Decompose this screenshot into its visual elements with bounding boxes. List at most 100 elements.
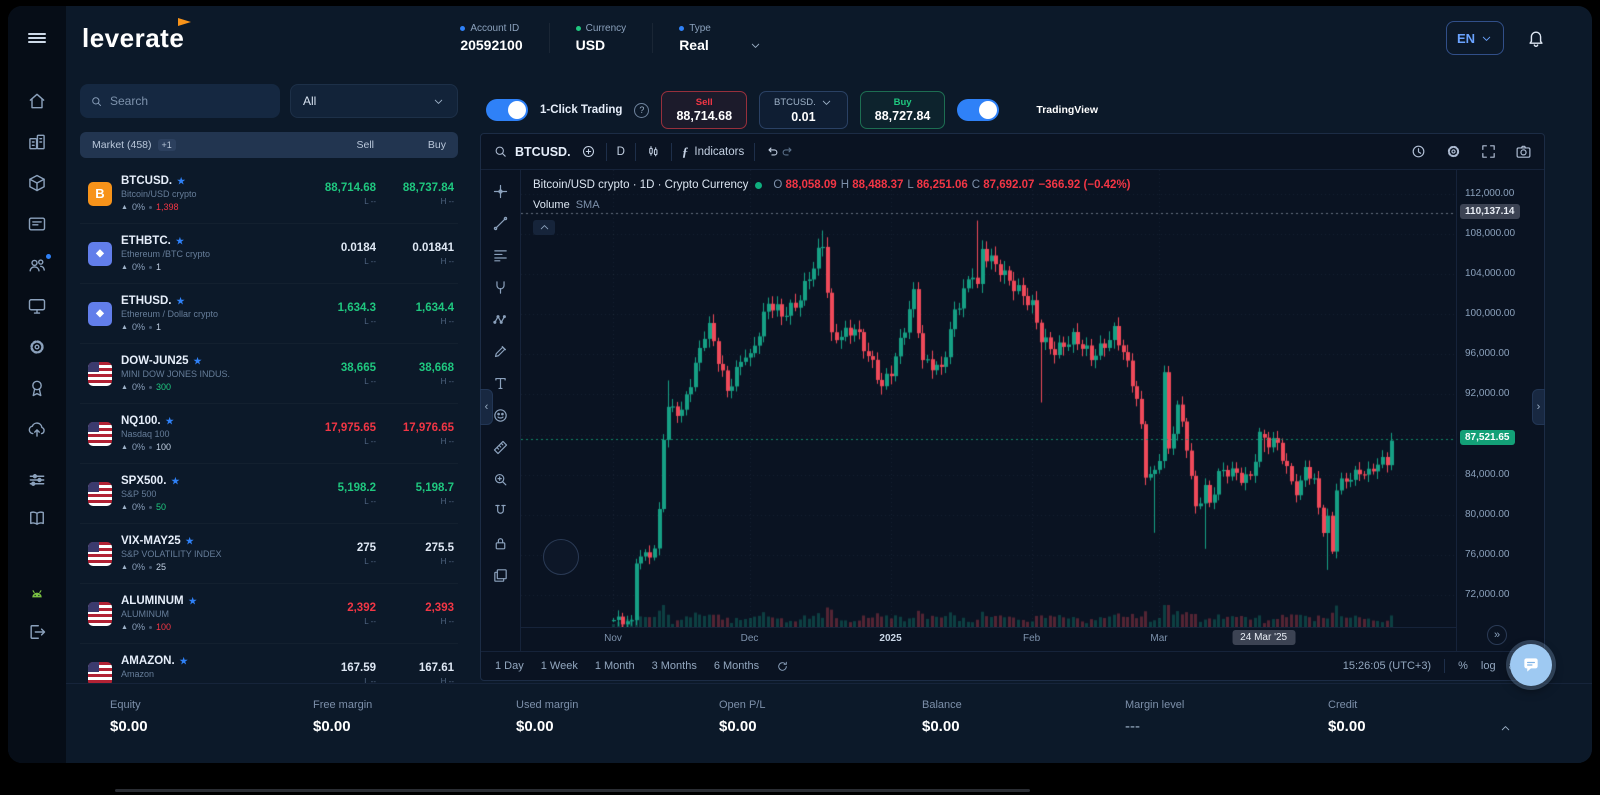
tool-fib[interactable] xyxy=(487,242,515,269)
sell-price-cell[interactable]: 38,665L -- xyxy=(298,362,376,386)
support-chat-button[interactable] xyxy=(1510,644,1552,686)
buy-price-cell[interactable]: 38,668H -- xyxy=(376,362,454,386)
notifications-button[interactable] xyxy=(1526,28,1546,48)
buy-button[interactable]: Buy 88,727.84 xyxy=(860,91,946,129)
chart-alert-button[interactable] xyxy=(1410,143,1427,160)
favorite-star-icon[interactable]: ★ xyxy=(186,536,194,547)
account-type-chip[interactable]: Type Real xyxy=(652,23,788,53)
period-1-month[interactable]: 1 Month xyxy=(595,660,635,672)
favorite-star-icon[interactable]: ★ xyxy=(166,416,174,427)
chart-fullscreen_gear-button[interactable] xyxy=(1445,143,1462,160)
sell-price-cell[interactable]: 5,198.2L -- xyxy=(298,482,376,506)
indicators-button[interactable]: ƒIndicators xyxy=(682,144,744,160)
period-1-day[interactable]: 1 Day xyxy=(495,660,524,672)
rail-item-news[interactable] xyxy=(20,209,54,239)
collapse-chart-handle[interactable]: › xyxy=(1532,389,1545,425)
collapse-watchlist-handle[interactable]: ‹ xyxy=(480,389,493,425)
buy-price-cell[interactable]: 17,976.65H -- xyxy=(376,422,454,446)
search-input[interactable] xyxy=(110,94,270,108)
favorite-star-icon[interactable]: ★ xyxy=(176,236,184,247)
sell-price-cell[interactable]: 88,714.68L -- xyxy=(298,182,376,206)
rail-item-rewards[interactable] xyxy=(20,373,54,403)
quantity-selector[interactable]: BTCUSD. 0.01 xyxy=(759,91,848,129)
tool-crosshair[interactable] xyxy=(487,178,515,205)
interval-button[interactable]: D xyxy=(617,146,625,158)
hamburger-menu-button[interactable] xyxy=(8,6,66,70)
favorite-star-icon[interactable]: ★ xyxy=(177,176,185,187)
buy-price-cell[interactable]: 5,198.7H -- xyxy=(376,482,454,506)
rail-item-logout[interactable] xyxy=(20,617,54,647)
tradingview-toggle[interactable] xyxy=(957,99,999,121)
tradingview-watermark[interactable] xyxy=(543,539,579,575)
buy-price-cell[interactable]: 167.61H -- xyxy=(376,662,454,684)
sell-button[interactable]: Sell 88,714.68 xyxy=(661,91,747,129)
scale-mode-log[interactable]: log xyxy=(1481,660,1496,672)
scale-mode-%[interactable]: % xyxy=(1458,660,1468,672)
tool-layers[interactable] xyxy=(487,562,515,589)
rail-item-prefs[interactable] xyxy=(20,465,54,495)
instrument-row[interactable]: BBTCUSD.★Bitcoin/USD crypto▲0%1,39888,71… xyxy=(80,164,458,224)
favorite-star-icon[interactable]: ★ xyxy=(180,656,188,667)
instrument-row[interactable]: ALUMINUM★ALUMINUM▲0%1002,392L --2,393H -… xyxy=(80,584,458,644)
buy-price-cell[interactable]: 2,393H -- xyxy=(376,602,454,626)
symbol-search-button[interactable]: BTCUSD. xyxy=(493,144,571,159)
instrument-row[interactable]: VIX-MAY25★S&P VOLATILITY INDEX▲0%25275L … xyxy=(80,524,458,584)
sell-price-cell[interactable]: 1,634.3L -- xyxy=(298,302,376,326)
rail-item-terminal[interactable] xyxy=(20,291,54,321)
sell-price-cell[interactable]: 0.0184L -- xyxy=(298,242,376,266)
instrument-row[interactable]: ◆ETHBTC.★Ethereum /BTC crypto▲0%10.0184L… xyxy=(80,224,458,284)
instrument-row[interactable]: NQ100.★Nasdaq 100▲0%10017,975.65L --17,9… xyxy=(80,404,458,464)
chart-fullscreen-button[interactable] xyxy=(1480,143,1497,160)
chart-plot-area[interactable]: Bitcoin/USD crypto · 1D · Crypto Currenc… xyxy=(521,170,1456,627)
tool-brush[interactable] xyxy=(487,338,515,365)
rail-item-home[interactable] xyxy=(20,86,54,116)
instrument-row[interactable]: AMAZON.★Amazon▲0%10167.59L --167.61H -- xyxy=(80,644,458,683)
tool-magnet[interactable] xyxy=(487,498,515,525)
favorite-star-icon[interactable]: ★ xyxy=(176,296,184,307)
rail-item-settings[interactable] xyxy=(20,332,54,362)
rail-item-portfolio[interactable] xyxy=(20,127,54,157)
compare-add-button[interactable] xyxy=(581,144,596,159)
period-1-week[interactable]: 1 Week xyxy=(541,660,578,672)
instrument-filter-dropdown[interactable]: All xyxy=(290,84,458,118)
rail-item-apple[interactable] xyxy=(20,541,54,571)
undo-button[interactable] xyxy=(765,144,780,159)
rail-item-education[interactable] xyxy=(20,503,54,533)
chart-style-button[interactable] xyxy=(646,144,661,159)
tool-trend[interactable] xyxy=(487,210,515,237)
legend-collapse-button[interactable] xyxy=(533,220,555,235)
one-click-trading-toggle[interactable] xyxy=(486,99,528,121)
sell-price-cell[interactable]: 167.59L -- xyxy=(298,662,376,684)
buy-price-cell[interactable]: 1,634.4H -- xyxy=(376,302,454,326)
reload-button[interactable] xyxy=(776,660,789,673)
favorite-star-icon[interactable]: ★ xyxy=(189,596,197,607)
instrument-row[interactable]: DOW-JUN25★MINI DOW JONES INDUS.▲0%30038,… xyxy=(80,344,458,404)
buy-price-cell[interactable]: 275.5H -- xyxy=(376,542,454,566)
period-3-months[interactable]: 3 Months xyxy=(652,660,697,672)
sell-price-cell[interactable]: 2,392L -- xyxy=(298,602,376,626)
sell-price-cell[interactable]: 17,975.65L -- xyxy=(298,422,376,446)
redo-button[interactable] xyxy=(780,144,795,159)
sell-price-cell[interactable]: 275L -- xyxy=(298,542,376,566)
tool-lock[interactable] xyxy=(487,530,515,557)
period-6-months[interactable]: 6 Months xyxy=(714,660,759,672)
rail-item-products[interactable] xyxy=(20,168,54,198)
favorite-star-icon[interactable]: ★ xyxy=(171,476,179,487)
tool-pitchfork[interactable] xyxy=(487,274,515,301)
rail-item-clients[interactable] xyxy=(20,250,54,280)
chart-camera-button[interactable] xyxy=(1515,143,1532,160)
instrument-row[interactable]: SPX500.★S&P 500▲0%505,198.2L --5,198.7H … xyxy=(80,464,458,524)
instrument-row[interactable]: ◆ETHUSD.★Ethereum / Dollar crypto▲0%11,6… xyxy=(80,284,458,344)
candlestick-chart[interactable] xyxy=(521,170,1456,627)
tool-ruler[interactable] xyxy=(487,434,515,461)
price-scale[interactable]: » 112,000.00108,000.00104,000.00100,000.… xyxy=(1456,170,1544,651)
favorite-star-icon[interactable]: ★ xyxy=(194,356,202,367)
go-to-realtime-button[interactable]: » xyxy=(1487,625,1507,645)
footer-expand-button[interactable] xyxy=(1499,722,1512,735)
rail-item-cloud[interactable] xyxy=(20,414,54,444)
language-selector[interactable]: EN xyxy=(1446,21,1504,55)
time-axis[interactable]: NovDec2025FebMar24 Mar '25 xyxy=(521,627,1456,651)
rail-item-android[interactable] xyxy=(20,579,54,609)
tool-zoom[interactable] xyxy=(487,466,515,493)
buy-price-cell[interactable]: 0.01841H -- xyxy=(376,242,454,266)
